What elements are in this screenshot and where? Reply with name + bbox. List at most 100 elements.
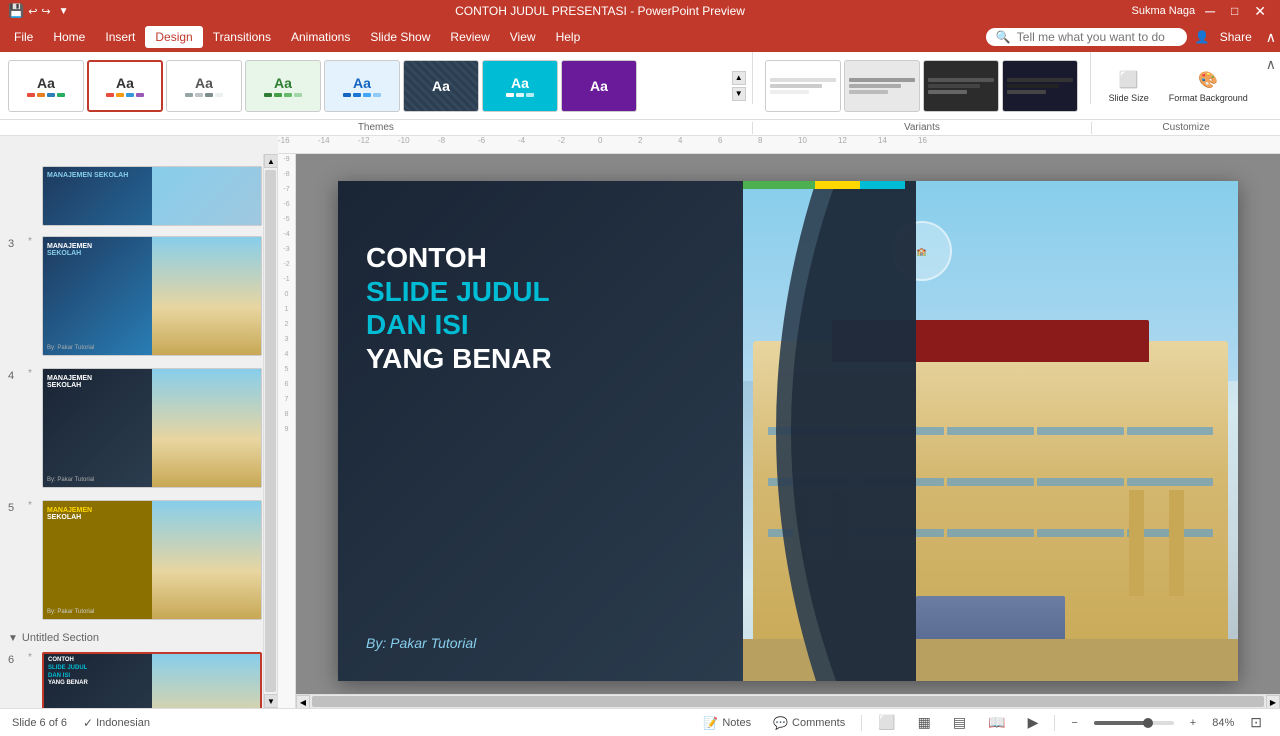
format-background-button[interactable]: 🎨 Format Background (1163, 66, 1254, 106)
language-indicator[interactable]: ✓ Indonesian (83, 716, 150, 730)
menu-slideshow[interactable]: Slide Show (360, 26, 440, 48)
slide-item-4[interactable]: 4 * MANAJEMEN SEKOLAH By: Pakar Tutorial (0, 362, 277, 494)
titlebar-right: Sukma Naga ─ □ ✕ (1131, 3, 1272, 20)
outline-view-btn[interactable]: ▦ (912, 712, 937, 733)
minimize-btn[interactable]: ─ (1199, 3, 1221, 19)
menu-view[interactable]: View (500, 26, 546, 48)
theme-item-7[interactable]: Aa (482, 60, 558, 112)
status-bar: Slide 6 of 6 ✓ Indonesian 📝 Notes 💬 Comm… (0, 708, 1280, 736)
zoom-divider (1054, 715, 1055, 731)
slide-size-button[interactable]: ⬜ Slide Size (1103, 66, 1155, 106)
notes-button[interactable]: 📝 Notes (697, 714, 757, 732)
scroll-down-btn[interactable]: ▼ (264, 694, 278, 708)
canvas-scroll-thumb-h[interactable] (312, 696, 1264, 707)
menu-design[interactable]: Design (145, 26, 202, 48)
theme-item-6[interactable]: Aa (403, 60, 479, 112)
search-bar[interactable]: 🔍 (986, 28, 1187, 46)
theme-item-5[interactable]: Aa (324, 60, 400, 112)
redo-icon[interactable]: ↪ (41, 5, 50, 18)
variant-item-2[interactable] (844, 60, 920, 112)
zoom-level[interactable]: 84% (1212, 717, 1234, 729)
themes-scroll-up[interactable]: ▲ (732, 71, 746, 85)
slide-size-icon: ⬜ (1117, 68, 1141, 92)
menu-file[interactable]: File (4, 26, 43, 48)
collapse-ribbon-btn[interactable]: ∧ (1266, 29, 1276, 46)
accent-cyan (860, 181, 905, 189)
zoom-out-btn[interactable]: − (1065, 715, 1083, 731)
variant-item-1[interactable] (765, 60, 841, 112)
save-icon[interactable]: 💾 (8, 3, 24, 19)
user-label: Sukma Naga (1131, 5, 1195, 17)
zoom-slider-thumb[interactable] (1143, 718, 1153, 728)
menu-transitions[interactable]: Transitions (203, 26, 281, 48)
ruler-vertical: -9 -8 -7 -6 -5 -4 -3 -2 -1 0 1 2 3 4 5 6… (278, 154, 296, 708)
theme-item-3[interactable]: Aa (166, 60, 242, 112)
search-input[interactable] (1017, 30, 1177, 44)
undo-icon[interactable]: ↩ (28, 5, 37, 18)
variants-section-label: Variants (753, 122, 1091, 133)
slide-canvas[interactable]: 🏫 CONTOH SLIDE JUDUL DAN ISI YA (338, 181, 1238, 681)
slide-thumb-4[interactable]: MANAJEMEN SEKOLAH By: Pakar Tutorial (42, 368, 262, 488)
scroll-up-btn[interactable]: ▲ (264, 154, 278, 168)
slide-item-top: MANAJEMEN SEKOLAH (0, 162, 277, 230)
menu-help[interactable]: Help (546, 26, 591, 48)
slide-item-5[interactable]: 5 * MANAJEMEN SEKOLAH By: Pakar Tutorial (0, 494, 277, 626)
section-label[interactable]: ▼ Untitled Section (0, 626, 277, 646)
close-btn[interactable]: ✕ (1248, 3, 1272, 20)
fit-to-window-btn[interactable]: ⊡ (1244, 712, 1268, 733)
reading-view-btn[interactable]: 📖 (982, 712, 1011, 733)
slide-item-3[interactable]: 3 * MANAJEMEN SEKOLAH By: Pakar Tutorial (0, 230, 277, 362)
thumb-author-3: By: Pakar Tutorial (47, 345, 94, 351)
variant-item-3[interactable] (923, 60, 999, 112)
slide-author: By: Pakar Tutorial (366, 635, 476, 651)
share-button[interactable]: Share (1210, 26, 1262, 48)
themes-scroll-down[interactable]: ▼ (732, 87, 746, 101)
search-icon: 🔍 (996, 30, 1011, 44)
slide-thumb-top-title: MANAJEMEN SEKOLAH (47, 171, 128, 181)
maximize-btn[interactable]: □ (1225, 4, 1244, 18)
slide-thumb-5[interactable]: MANAJEMEN SEKOLAH By: Pakar Tutorial (42, 500, 262, 620)
main-area: MANAJEMEN SEKOLAH 3 * MANAJEMEN SEKOLAH … (0, 154, 1280, 708)
thumb-text-6: CONTOH SLIDE JUDUL DAN ISI YANG BENAR (48, 657, 88, 688)
menu-bar: File Home Insert Design Transitions Anim… (0, 22, 1280, 52)
canvas-scroll-right[interactable]: ▶ (1266, 695, 1280, 708)
theme-item-2[interactable]: Aa (87, 60, 163, 112)
slide-text-area[interactable]: CONTOH SLIDE JUDUL DAN ISI YANG BENAR (366, 241, 552, 375)
normal-view-btn[interactable]: ⬜ (872, 712, 901, 733)
ribbon-divider-2 (1090, 52, 1091, 104)
slide-sorter-btn[interactable]: ▤ (947, 712, 972, 733)
themes-section-label: Themes (0, 122, 752, 133)
thumb-text-5: MANAJEMEN SEKOLAH (47, 507, 92, 521)
menu-review[interactable]: Review (440, 26, 499, 48)
customize-section: ⬜ Slide Size 🎨 Format Background (1095, 52, 1262, 119)
share-icon: 👤 (1195, 30, 1210, 44)
slide-thumb-6[interactable]: CONTOH SLIDE JUDUL DAN ISI YANG BENAR By… (42, 652, 262, 708)
scroll-thumb[interactable] (265, 170, 276, 692)
canvas-scrollbar-h: ◀ ▶ (296, 694, 1280, 708)
titlebar-left: 💾 ↩ ↪ ▼ (8, 3, 69, 19)
ribbon-section-labels: Themes Variants Customize (0, 120, 1280, 136)
menu-home[interactable]: Home (43, 26, 95, 48)
menu-insert[interactable]: Insert (95, 26, 145, 48)
slide-item-6[interactable]: 6 * CONTOH SLIDE JUDUL DAN ISI YANG BENA… (0, 646, 277, 708)
quick-access-icon[interactable]: ▼ (59, 6, 69, 17)
collapse-ribbon-icon[interactable]: ∧ (1266, 56, 1276, 73)
comments-button[interactable]: 💬 Comments (767, 714, 851, 732)
view-divider (861, 715, 862, 731)
canvas-scroll-left[interactable]: ◀ (296, 695, 310, 708)
variant-item-4[interactable] (1002, 60, 1078, 112)
slide-thumb-top[interactable]: MANAJEMEN SEKOLAH (42, 166, 262, 226)
theme-item-8[interactable]: Aa (561, 60, 637, 112)
titlebar-title: CONTOH JUDUL PRESENTASI - PowerPoint Pre… (455, 4, 745, 18)
ruler-horizontal: -16 -14 -12 -10 -8 -6 -4 -2 0 2 4 6 8 10… (278, 136, 1280, 154)
menu-animations[interactable]: Animations (281, 26, 360, 48)
theme-item-4[interactable]: Aa (245, 60, 321, 112)
slide-title-line1: CONTOH (366, 241, 552, 275)
theme-item-1[interactable]: Aa (8, 60, 84, 112)
zoom-slider[interactable] (1094, 721, 1174, 725)
zoom-in-btn[interactable]: + (1184, 715, 1202, 731)
slideshow-btn[interactable]: ▶ (1022, 712, 1045, 733)
themes-grid: Aa Aa Aa (0, 52, 730, 119)
slide-star-4: * (28, 368, 38, 379)
slide-thumb-3[interactable]: MANAJEMEN SEKOLAH By: Pakar Tutorial (42, 236, 262, 356)
